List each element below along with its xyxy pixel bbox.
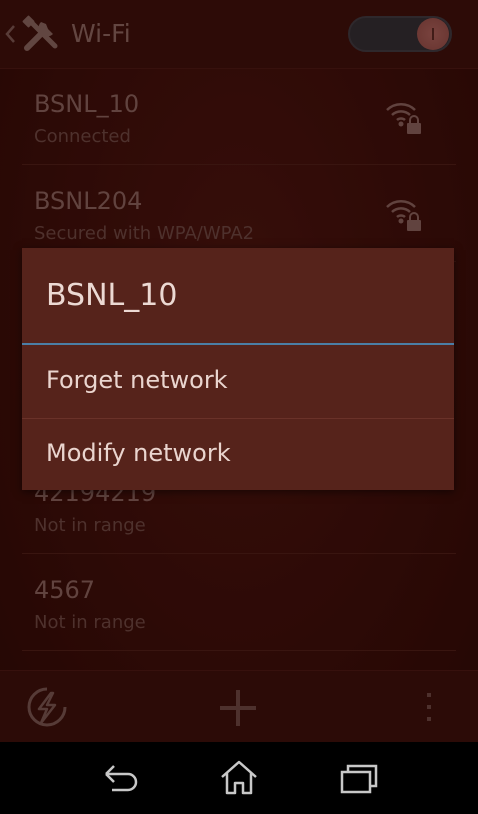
recent-apps-icon[interactable] [338,762,380,796]
modify-network-label: Modify network [46,439,231,467]
system-nav-bar [0,742,478,814]
dialog-title-divider [22,343,454,345]
forget-network-label: Forget network [46,366,228,394]
modify-network-button[interactable]: Modify network [22,419,454,491]
wifi-settings-screen: Wi-Fi BSNL_10 Connected BSNL204 Secured … [0,0,478,743]
network-options-dialog: BSNL_10 Forget network Modify network [22,248,454,490]
back-icon[interactable] [98,762,140,796]
home-icon[interactable] [218,759,260,797]
forget-network-button[interactable]: Forget network [22,346,454,418]
dialog-title: BSNL_10 [46,278,178,313]
